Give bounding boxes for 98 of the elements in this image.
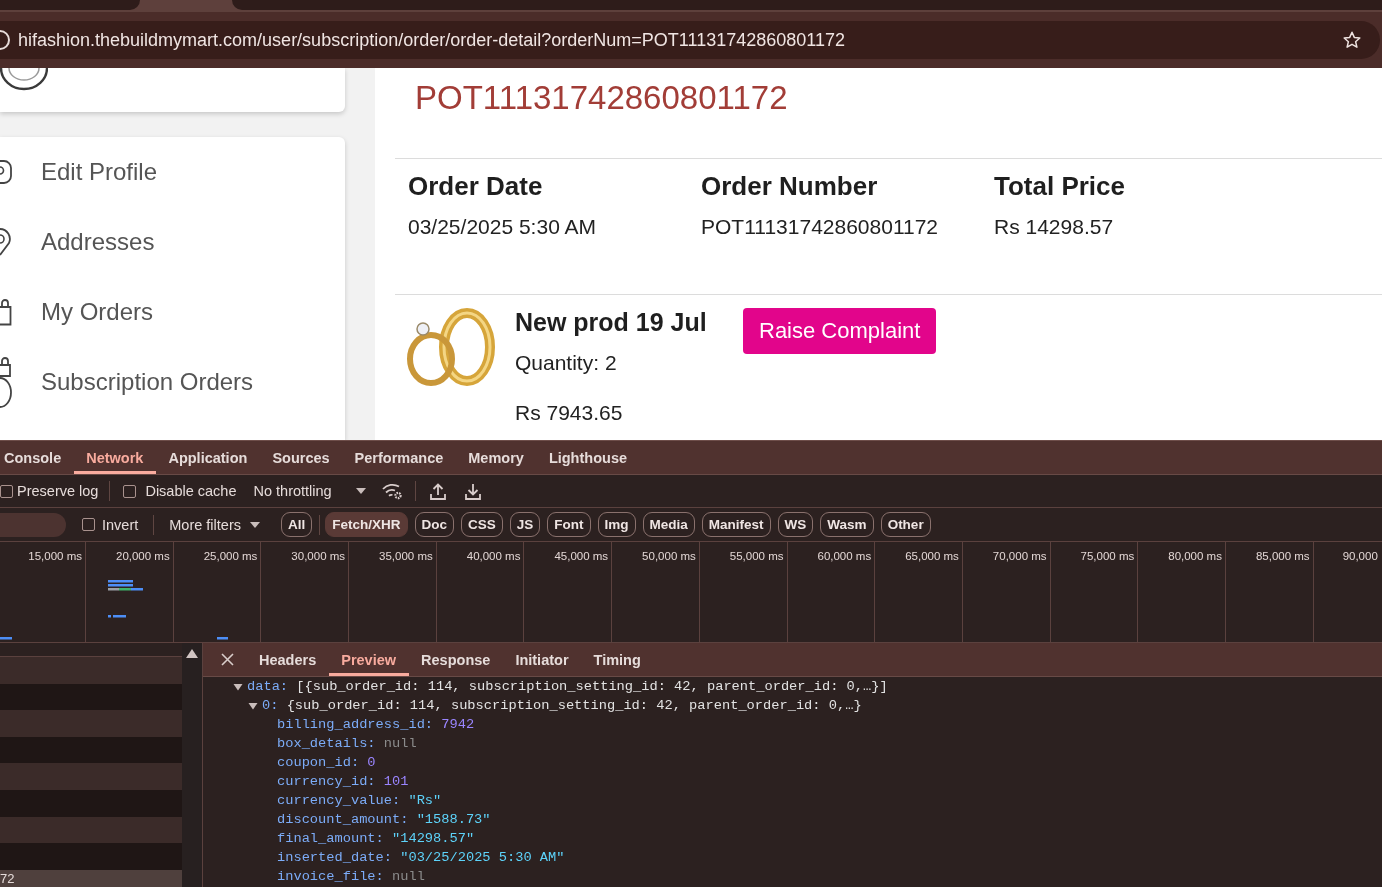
scroll-up-icon[interactable] [186, 649, 198, 658]
product-name: New prod 19 Jul [515, 307, 707, 337]
filter-chip[interactable]: Img [597, 512, 636, 537]
star-icon[interactable] [1343, 31, 1361, 49]
property-text: discount_amount: "1588.73" [277, 811, 491, 829]
devtools-tab[interactable]: Lighthouse [536, 441, 640, 474]
menu-item[interactable]: Edit Profile [0, 137, 158, 207]
avatar-icon [0, 68, 48, 91]
property-text: final_amount: "14298.57" [277, 830, 475, 848]
raise-complaint-button[interactable]: Raise Complaint [743, 308, 937, 354]
detail-tab[interactable]: Timing [581, 643, 654, 676]
tick-label: 80,000 ms [1168, 549, 1222, 563]
checkbox[interactable] [0, 484, 13, 498]
product-price: Rs 7943.65 [515, 400, 623, 426]
tick-label: 45,000 ms [554, 549, 609, 563]
throttling-dropdown[interactable]: No throttling [253, 483, 366, 499]
devtools-tab[interactable]: Application [155, 441, 260, 474]
pin-icon [0, 228, 12, 256]
request-bar [108, 615, 111, 618]
bag-icon [0, 298, 12, 326]
filter-chip[interactable]: WS [777, 512, 814, 537]
property-text: inserted_date: "03/25/2025 5:30 AM" [277, 849, 565, 867]
caret-icon [250, 521, 260, 528]
filter-chip[interactable]: CSS [461, 512, 503, 537]
tick-label: 55,000 ms [729, 549, 784, 563]
bag-arc-icon [0, 356, 12, 408]
devtools-tab[interactable]: Memory [455, 441, 537, 474]
upload-icon[interactable] [429, 482, 446, 500]
url-text: hifashion.thebuildmymart.com/user/subscription/order/order-detail?orderNum=POT11131742860801172 [18, 29, 845, 51]
tick-label: 50,000 ms [642, 549, 696, 563]
scrollbar[interactable] [182, 643, 203, 887]
detail-tab[interactable]: Headers [246, 643, 329, 676]
field-value: Rs 14298.57 [994, 214, 1114, 240]
menu-item[interactable]: Subscription Orders [0, 347, 254, 417]
checkbox-label[interactable]: Preserve log [17, 483, 99, 499]
filter-chip[interactable]: JS [509, 512, 541, 537]
field-label: Total Price [994, 170, 1125, 202]
tick-label: 35,000 ms [379, 549, 433, 563]
caret-icon [355, 488, 366, 494]
download-icon[interactable] [464, 482, 481, 500]
detail-tab[interactable]: Preview [328, 643, 409, 676]
devtools-tab[interactable]: Console [0, 441, 74, 474]
filter-field[interactable] [0, 512, 66, 537]
tick-label: 70,000 ms [992, 549, 1047, 563]
property-text: 0: {sub_order_id: 114, subscription_setting_id: 42, parent_order_id: 0,…} [262, 697, 862, 715]
checkbox[interactable] [123, 484, 137, 498]
tick-label: 85,000 ms [1255, 549, 1310, 563]
order-number-title: POT11131742860801172 [415, 78, 788, 118]
field-value: 03/25/2025 5:30 AM [408, 214, 596, 240]
detail-tab[interactable]: Initiator [502, 643, 582, 676]
filter-chip[interactable]: Fetch/XHR [325, 512, 408, 537]
checkbox-label[interactable]: Invert [102, 516, 139, 533]
filter-chip[interactable]: Manifest [701, 512, 771, 537]
filter-chip[interactable]: Font [547, 512, 591, 537]
wifi-gear-icon[interactable] [381, 482, 402, 500]
field-value: POT11131742860801172 [701, 214, 939, 240]
property-text: currency_id: 101 [277, 773, 409, 791]
product-quantity: Quantity: 2 [515, 350, 617, 376]
tick-label: 30,000 ms [291, 549, 346, 563]
close-icon[interactable] [221, 653, 234, 666]
devtools-tab[interactable]: Network [73, 441, 156, 474]
tick-label: 65,000 ms [905, 549, 959, 563]
checkbox-label[interactable]: Disable cache [145, 483, 237, 499]
devtools-tab[interactable]: Performance [342, 441, 456, 474]
field-label: Order Number [701, 170, 878, 202]
expand-arrow-icon[interactable] [248, 700, 258, 711]
expand-arrow-icon[interactable] [233, 681, 243, 692]
tick-label: 90,000 [1342, 549, 1378, 563]
site-info-icon[interactable] [0, 29, 10, 51]
request-bar [217, 637, 228, 640]
tick-label: 15,000 ms [28, 549, 82, 563]
property-text: coupon_id: 0 [277, 754, 376, 772]
tick-label: 20,000 ms [116, 549, 170, 563]
filter-chip[interactable]: Media [642, 512, 695, 537]
menu-item[interactable]: My Orders [0, 277, 153, 347]
request-bar [113, 615, 126, 618]
property-text: billing_address_id: 7942 [277, 716, 475, 734]
filter-chip[interactable]: Wasm [820, 512, 874, 537]
property-text: data: [{sub_order_id: 114, subscription_setting_id: 42, parent_order_id: 0,…}] [247, 678, 888, 696]
address-bar[interactable]: hifashion.thebuildmymart.com/user/subscription/order/order-detail?orderNum=POT11131742860801172 [0, 21, 1380, 59]
property-text: box_details: null [277, 735, 417, 753]
filter-chip[interactable]: All [281, 512, 313, 537]
property-text: currency_value: "Rs" [277, 792, 442, 810]
request-bar [0, 637, 12, 640]
more-filters-dropdown[interactable]: More filters [169, 516, 260, 533]
field-label: Order Date [408, 170, 543, 202]
profile-icon [0, 159, 12, 185]
detail-tab[interactable]: Response [408, 643, 503, 676]
property-text: invoice_file: null [277, 868, 425, 886]
tick-label: 75,000 ms [1080, 549, 1135, 563]
tick-label: 60,000 ms [817, 549, 872, 563]
filter-chip[interactable]: Doc [414, 512, 455, 537]
menu-item[interactable]: Addresses [0, 207, 155, 277]
filter-chip[interactable]: Other [880, 512, 931, 537]
devtools-tab[interactable]: Sources [259, 441, 343, 474]
tick-label: 25,000 ms [203, 549, 258, 563]
checkbox[interactable] [82, 518, 95, 531]
tick-label: 40,000 ms [466, 549, 521, 563]
